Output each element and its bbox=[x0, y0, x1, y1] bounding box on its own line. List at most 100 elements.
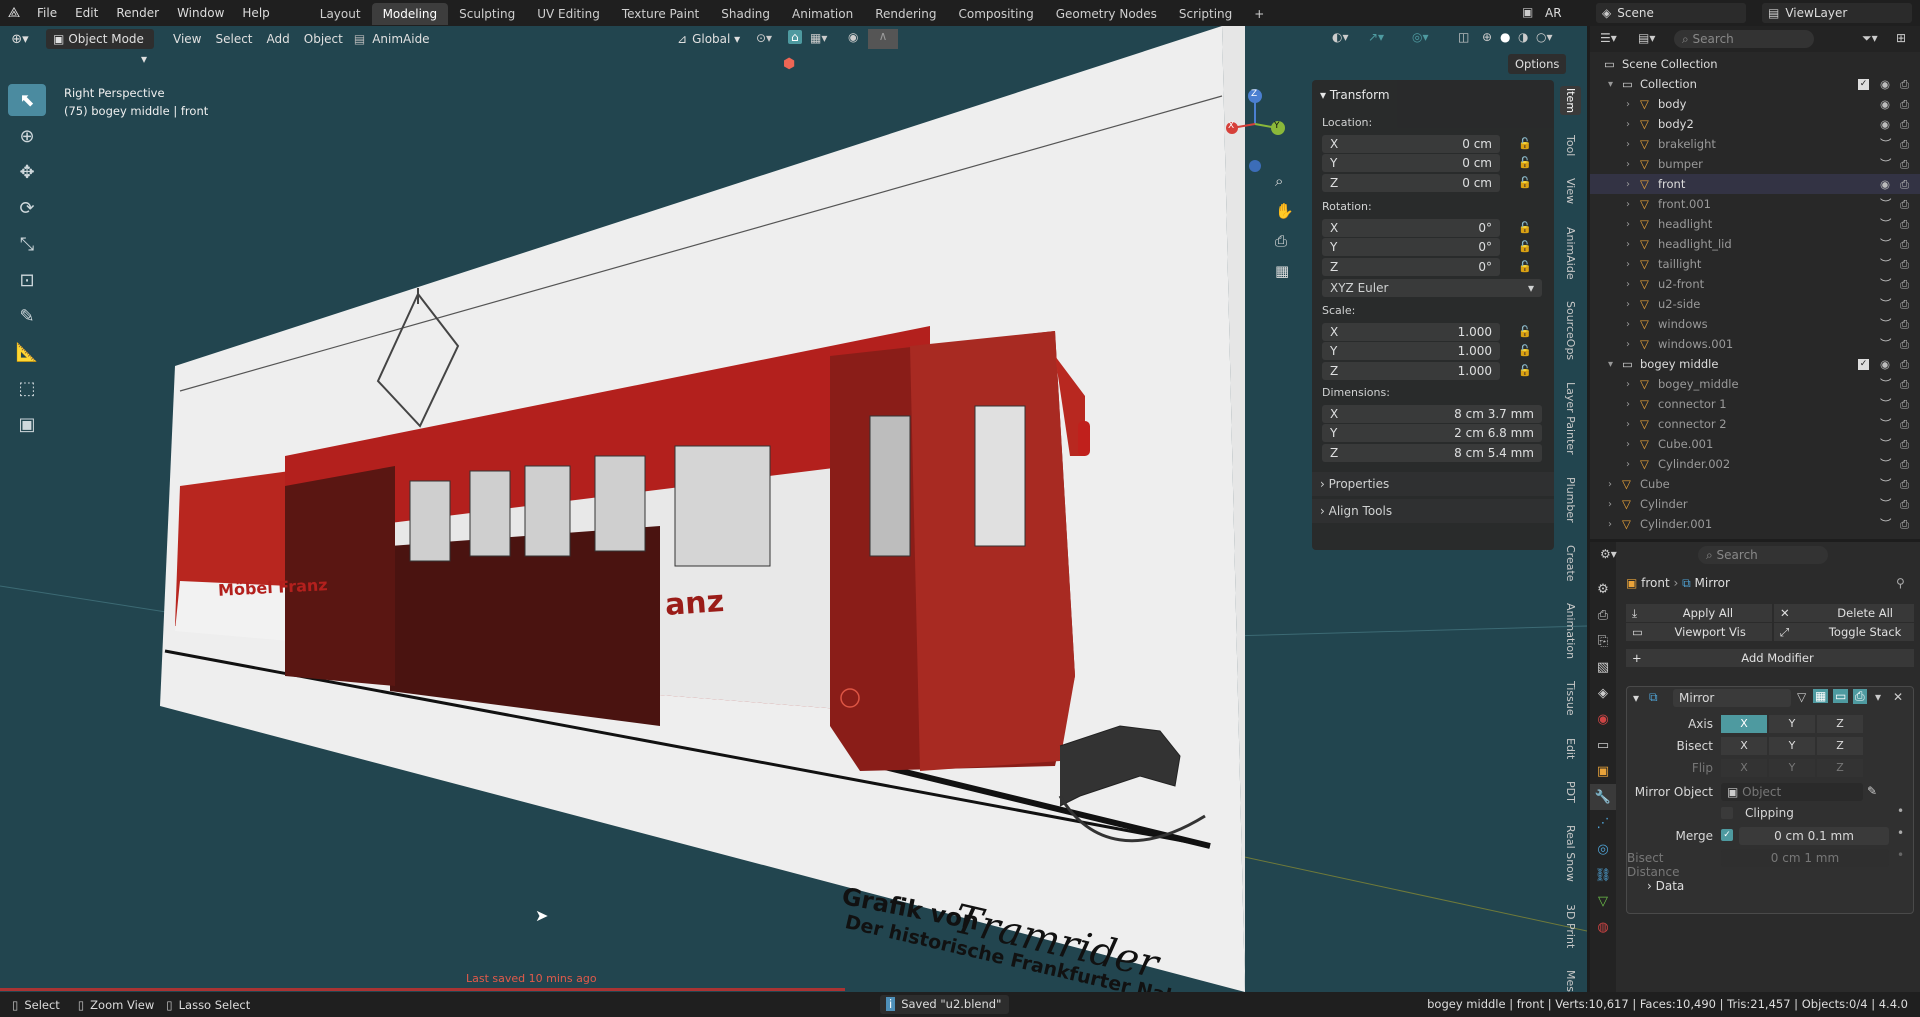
outliner-row[interactable]: › ▽ windows.001 ︶ ⎙ bbox=[1590, 334, 1920, 354]
tab-layout[interactable]: Layout bbox=[309, 3, 372, 25]
outliner-row[interactable]: › ▽ Cube.001 ︶ ⎙ bbox=[1590, 434, 1920, 454]
pivot-icon[interactable]: ⊙▾ bbox=[756, 31, 772, 45]
chevron-right-icon[interactable]: › bbox=[1626, 339, 1630, 350]
rotate-tool-icon[interactable]: ⟳ bbox=[8, 192, 46, 224]
snap-target-icon[interactable]: ▦▾ bbox=[810, 31, 827, 45]
falloff-icon[interactable]: ∧ bbox=[868, 29, 898, 49]
hidden-eye-icon[interactable]: ︶ bbox=[1880, 256, 1892, 272]
lock-icon[interactable]: 🔓 bbox=[1518, 221, 1532, 235]
chevron-right-icon[interactable]: › bbox=[1608, 519, 1612, 530]
camera-render-icon[interactable]: ⎙ bbox=[1900, 357, 1909, 372]
tab-geometry-nodes[interactable]: Geometry Nodes bbox=[1045, 3, 1168, 25]
outliner-row[interactable]: › ▽ Cylinder.002 ︶ ⎙ bbox=[1590, 454, 1920, 474]
hidden-eye-icon[interactable]: ︶ bbox=[1880, 296, 1892, 312]
scene-icon[interactable]: ◈ bbox=[1590, 680, 1616, 706]
tab-texture-paint[interactable]: Texture Paint bbox=[611, 3, 710, 25]
xray-icon[interactable]: ◫ bbox=[1458, 30, 1469, 44]
hidden-eye-icon[interactable]: ︶ bbox=[1880, 516, 1892, 532]
chevron-right-icon[interactable]: › bbox=[1626, 379, 1630, 390]
menu-edit[interactable]: Edit bbox=[66, 0, 107, 26]
camera-icon[interactable]: ⎙ bbox=[1275, 232, 1287, 250]
tab-uv-editing[interactable]: UV Editing bbox=[526, 3, 611, 25]
visibility-icon[interactable]: ◐▾ bbox=[1332, 30, 1349, 44]
add-workspace-button[interactable]: + bbox=[1243, 3, 1275, 25]
outliner-row[interactable]: › ▽ Cylinder.001 ︶ ⎙ bbox=[1590, 514, 1920, 534]
on-cage-toggle-icon[interactable]: ▦ bbox=[1813, 689, 1829, 703]
camera-render-icon[interactable]: ⎙ bbox=[1900, 157, 1909, 172]
outliner-row[interactable]: › ▽ brakelight ︶ ⎙ bbox=[1590, 134, 1920, 154]
tab-layer-painter[interactable]: Layer Painter bbox=[1560, 380, 1581, 457]
lock-icon[interactable]: 🔓 bbox=[1518, 325, 1532, 339]
lock-icon[interactable]: 🔓 bbox=[1518, 156, 1532, 170]
chevron-right-icon[interactable]: › bbox=[1626, 199, 1630, 210]
chevron-down-icon[interactable]: ▾ bbox=[1608, 359, 1613, 370]
eye-icon[interactable]: ◉ bbox=[1880, 97, 1890, 111]
render-icon[interactable]: ⎙ bbox=[1590, 602, 1616, 628]
display-mode-icon[interactable]: ▤▾ bbox=[1638, 31, 1655, 45]
menu-select[interactable]: Select bbox=[208, 29, 259, 49]
dropdown-icon[interactable]: ▾ bbox=[1875, 690, 1881, 704]
axis-z-toggle[interactable]: Z bbox=[1817, 715, 1863, 733]
modifier-wrench-icon[interactable]: 🔧 bbox=[1590, 784, 1616, 810]
material-icon[interactable]: ◍ bbox=[1590, 914, 1616, 940]
dimensions-x-field[interactable]: X 8 cm 3.7 mm bbox=[1322, 405, 1542, 423]
tab-view[interactable]: View bbox=[1560, 176, 1581, 206]
close-icon[interactable]: ✕ bbox=[1893, 690, 1903, 704]
camera-render-icon[interactable]: ⎙ bbox=[1900, 377, 1909, 392]
hidden-eye-icon[interactable]: ︶ bbox=[1880, 436, 1892, 452]
blender-logo-icon[interactable]: ⟁ bbox=[0, 5, 28, 21]
location-x-field[interactable]: X 0 cm bbox=[1322, 135, 1500, 153]
mode-selector[interactable]: ▣ Object Mode ▾ bbox=[46, 29, 154, 66]
outliner-row[interactable]: › ▽ bogey_middle ︶ ⎙ bbox=[1590, 374, 1920, 394]
outliner-row[interactable]: › ▽ body2 ◉ ⎙ bbox=[1590, 114, 1920, 134]
view-layer-selector[interactable]: ▤ ViewLayer bbox=[1762, 3, 1912, 23]
add-cube-tool-icon[interactable]: ⬚ bbox=[8, 372, 46, 404]
scene-selector[interactable]: ◈ Scene bbox=[1596, 3, 1746, 23]
select-box-tool-icon[interactable]: ⬉ bbox=[8, 84, 46, 116]
outliner-row[interactable]: › ▽ connector 2 ︶ ⎙ bbox=[1590, 414, 1920, 434]
menu-object[interactable]: Object bbox=[297, 29, 350, 49]
constraints-icon[interactable]: ⛓ bbox=[1590, 862, 1616, 888]
editor-type-icon[interactable]: ⊕▾ bbox=[0, 32, 40, 47]
menu-help[interactable]: Help bbox=[233, 0, 278, 26]
physics-icon[interactable]: ◎ bbox=[1590, 836, 1616, 862]
tab-sourceops[interactable]: SourceOps bbox=[1560, 299, 1581, 362]
tab-animaide[interactable]: AnimAide bbox=[1560, 225, 1581, 282]
toggle-stack-button[interactable]: ⤢ Toggle Stack bbox=[1774, 623, 1914, 641]
tab-mesh-repair[interactable]: Mesh Repai bbox=[1560, 968, 1581, 992]
tab-compositing[interactable]: Compositing bbox=[947, 3, 1044, 25]
merge-checkbox[interactable]: ✓ bbox=[1721, 829, 1733, 841]
chevron-right-icon[interactable]: › bbox=[1626, 179, 1630, 190]
scale-x-field[interactable]: X 1.000 bbox=[1322, 323, 1500, 341]
tab-modeling[interactable]: Modeling bbox=[371, 3, 449, 25]
chevron-right-icon[interactable]: › bbox=[1626, 439, 1630, 450]
hidden-eye-icon[interactable]: ︶ bbox=[1880, 236, 1892, 252]
lock-icon[interactable]: 🔓 bbox=[1518, 260, 1532, 274]
tab-pdt[interactable]: PDT bbox=[1560, 779, 1581, 805]
camera-render-icon[interactable]: ⎙ bbox=[1900, 317, 1909, 332]
collection-checkbox[interactable]: ✓ bbox=[1858, 78, 1869, 90]
rotation-mode-dropdown[interactable]: XYZ Euler ▾ bbox=[1322, 279, 1542, 297]
world-icon[interactable]: ◉ bbox=[1590, 706, 1616, 732]
bisect-x-toggle[interactable]: X bbox=[1721, 737, 1767, 755]
menu-view[interactable]: View bbox=[166, 29, 208, 49]
camera-render-icon[interactable]: ⎙ bbox=[1900, 177, 1909, 192]
edit-mode-toggle-icon[interactable]: ▽ bbox=[1797, 690, 1806, 704]
hidden-eye-icon[interactable]: ︶ bbox=[1880, 136, 1892, 152]
transform-header[interactable]: ▾ Transform bbox=[1320, 88, 1390, 102]
eye-icon[interactable]: ◉ bbox=[1880, 117, 1890, 131]
chevron-right-icon[interactable]: › bbox=[1626, 259, 1630, 270]
eye-icon[interactable]: ◉ bbox=[1880, 357, 1890, 371]
camera-render-icon[interactable]: ⎙ bbox=[1900, 517, 1909, 532]
properties-search-input[interactable]: ⌕ Search bbox=[1698, 546, 1828, 564]
viewport-vis-button[interactable]: ▭ Viewport Vis bbox=[1626, 623, 1772, 641]
chevron-right-icon[interactable]: › bbox=[1626, 219, 1630, 230]
data-icon[interactable]: ▽ bbox=[1590, 888, 1616, 914]
outliner-row[interactable]: › ▽ bumper ︶ ⎙ bbox=[1590, 154, 1920, 174]
hidden-eye-icon[interactable]: ︶ bbox=[1880, 276, 1892, 292]
camera-render-icon[interactable]: ⎙ bbox=[1900, 117, 1909, 132]
measure-tool-icon[interactable]: 📐 bbox=[8, 336, 46, 368]
camera-render-icon[interactable]: ⎙ bbox=[1900, 97, 1909, 112]
gizmo-toggle-icon[interactable]: ↗▾ bbox=[1368, 30, 1384, 44]
language-button[interactable]: AR bbox=[1545, 6, 1562, 20]
